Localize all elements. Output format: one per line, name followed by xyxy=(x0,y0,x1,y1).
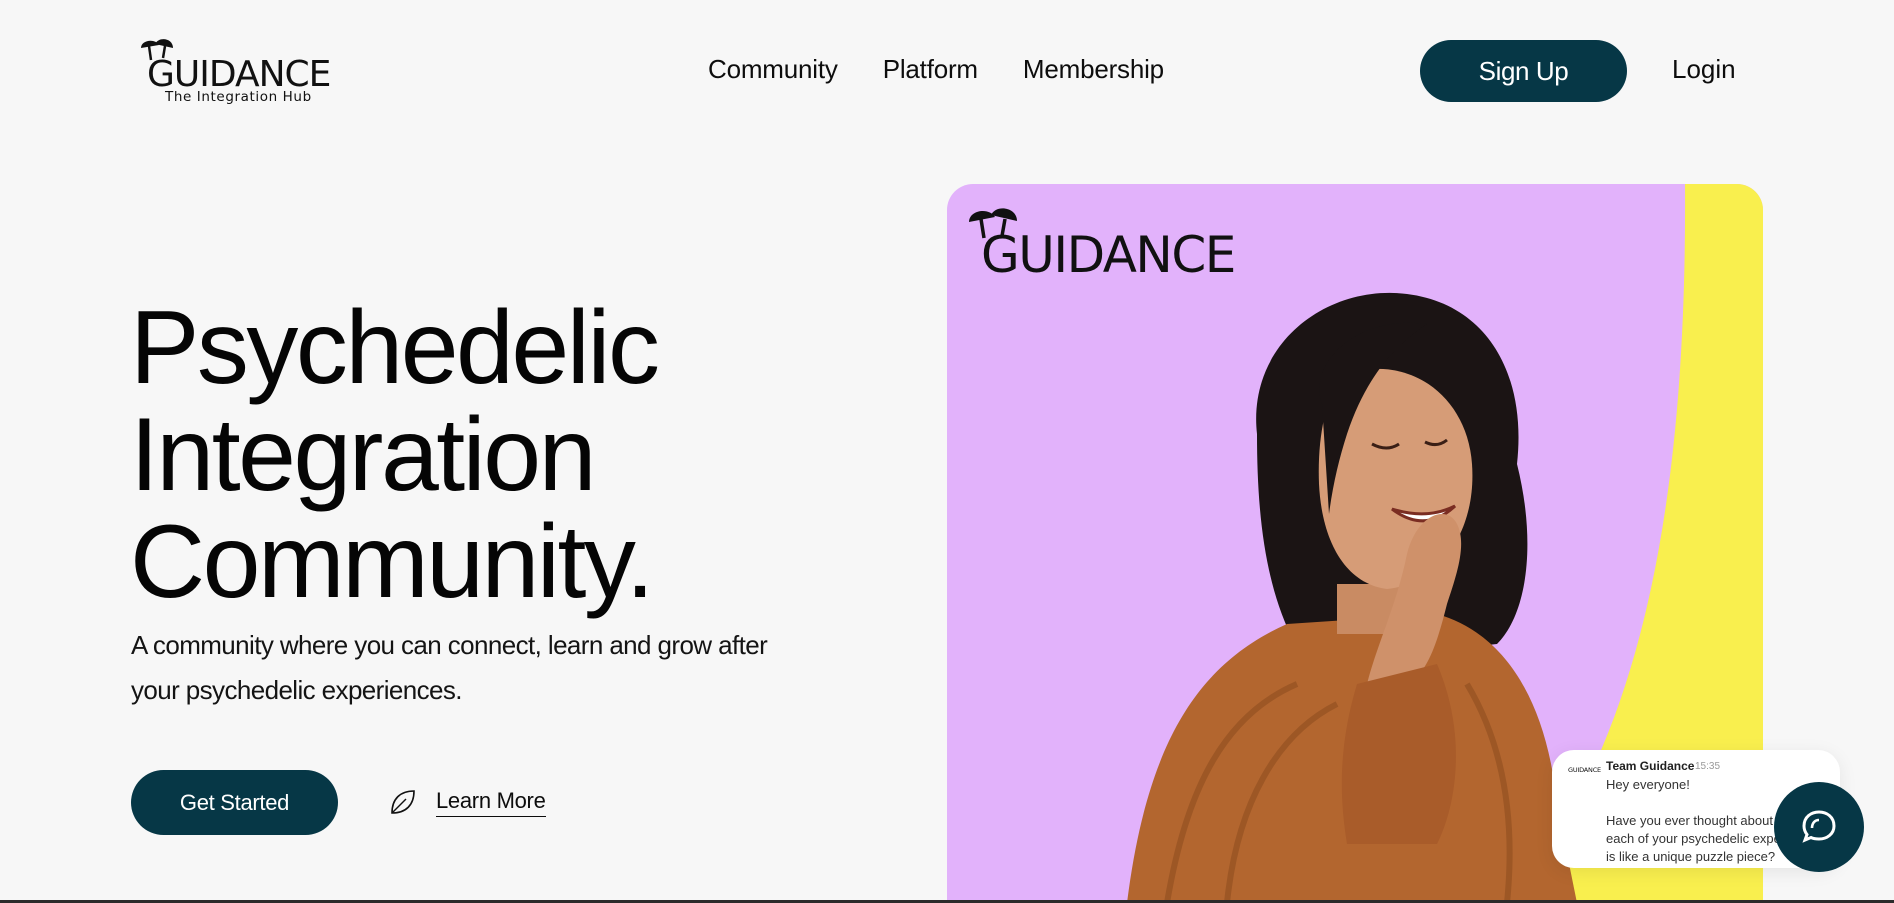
site-logo[interactable]: GUIDANCE The Integration Hub xyxy=(135,36,331,106)
card-logo-wordmark: GUIDANCE xyxy=(981,226,1236,284)
hero-headline: Psychedelic Integration Community. xyxy=(130,290,660,620)
login-link[interactable]: Login xyxy=(1672,54,1736,85)
landing-page: GUIDANCE The Integration Hub Community P… xyxy=(0,0,1894,903)
learn-more[interactable]: Learn More xyxy=(388,787,546,817)
headline-line-2: Integration xyxy=(130,397,596,513)
main-nav: Community Platform Membership xyxy=(708,54,1164,85)
chat-sender: Team Guidance xyxy=(1606,759,1695,773)
card-logo: GUIDANCE xyxy=(965,204,1236,284)
open-chat-button[interactable] xyxy=(1774,782,1864,872)
chat-avatar: GUIDANCE xyxy=(1568,766,1601,774)
logo-tagline: The Integration Hub xyxy=(165,89,312,105)
sign-up-button[interactable]: Sign Up xyxy=(1420,40,1627,102)
chat-time: 15:35 xyxy=(1695,761,1721,772)
leaf-icon xyxy=(391,790,415,814)
nav-membership[interactable]: Membership xyxy=(1023,54,1164,85)
nav-community[interactable]: Community xyxy=(708,54,838,85)
hero-subtitle: A community where you can connect, learn… xyxy=(131,630,768,705)
learn-more-link[interactable]: Learn More xyxy=(436,788,546,817)
woman-laughing-photo xyxy=(1127,292,1577,903)
headline-line-1: Psychedelic xyxy=(130,290,660,406)
headline-line-3: Community. xyxy=(130,504,655,620)
chat-bubbles-icon xyxy=(1802,810,1836,843)
get-started-button[interactable]: Get Started xyxy=(131,770,338,835)
nav-platform[interactable]: Platform xyxy=(883,54,978,85)
